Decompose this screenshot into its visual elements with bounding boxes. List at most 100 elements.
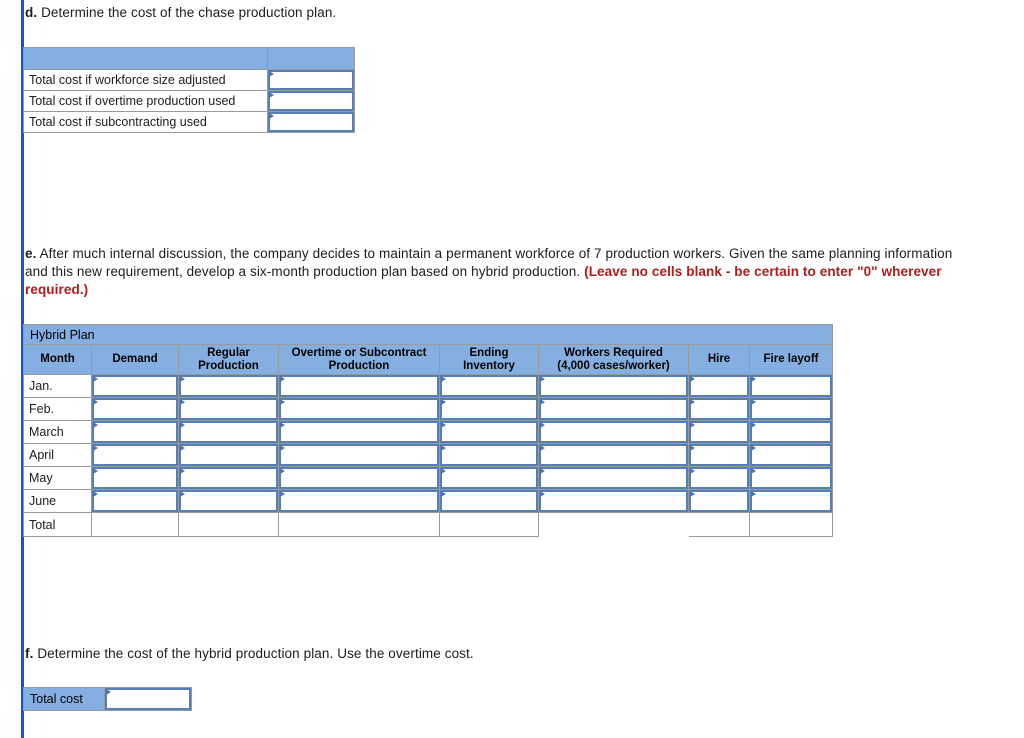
hybrid-input-overtime-0[interactable] — [279, 375, 439, 397]
hybrid-input-workers-4[interactable] — [539, 467, 688, 489]
hybrid-cell-fire-0[interactable] — [749, 374, 833, 398]
hybrid-cell-regular-5[interactable] — [178, 489, 279, 513]
hybrid-input-fire-1[interactable] — [750, 398, 832, 420]
hybrid-input-fire-0[interactable] — [750, 375, 832, 397]
hybrid-input-workers-5[interactable] — [539, 490, 688, 512]
hybrid-cell-regular-4[interactable] — [178, 466, 279, 490]
hybrid-input-hire-1[interactable] — [689, 398, 749, 420]
hybrid-cell-ending-4[interactable] — [439, 466, 539, 490]
column-header-demand: Demand — [91, 344, 179, 375]
total-cost-value[interactable] — [105, 688, 191, 710]
hybrid-cell-overtime-3[interactable] — [278, 443, 440, 467]
chase-input-cell-subcontracting[interactable] — [267, 111, 355, 133]
hybrid-cell-overtime-5[interactable] — [278, 489, 440, 513]
hybrid-input-ending-0[interactable] — [440, 375, 538, 397]
hybrid-input-demand-5[interactable] — [92, 490, 178, 512]
hybrid-input-ending-4[interactable] — [440, 467, 538, 489]
hybrid-cell-regular-3[interactable] — [178, 443, 279, 467]
hybrid-cell-ending-2[interactable] — [439, 420, 539, 444]
hybrid-input-hire-3[interactable] — [689, 444, 749, 466]
hybrid-input-overtime-4[interactable] — [279, 467, 439, 489]
hybrid-input-workers-0[interactable] — [539, 375, 688, 397]
hybrid-input-regular-4[interactable] — [179, 467, 278, 489]
hybrid-input-overtime-3[interactable] — [279, 444, 439, 466]
hybrid-cell-demand-3[interactable] — [91, 443, 179, 467]
hybrid-cell-demand-4[interactable] — [91, 466, 179, 490]
column-header-overtime-line1: Overtime or Subcontract — [291, 346, 427, 359]
hybrid-input-overtime-1[interactable] — [279, 398, 439, 420]
hybrid-input-fire-5[interactable] — [750, 490, 832, 512]
hybrid-input-workers-1[interactable] — [539, 398, 688, 420]
hybrid-cell-hire-4[interactable] — [688, 466, 750, 490]
hybrid-cell-regular-1[interactable] — [178, 397, 279, 421]
chase-input-cell-overtime[interactable] — [267, 90, 355, 112]
hybrid-cell-overtime-0[interactable] — [278, 374, 440, 398]
hybrid-row-month-4: May — [23, 466, 92, 490]
hybrid-input-ending-1[interactable] — [440, 398, 538, 420]
column-header-overtime-subcontract: Overtime or Subcontract Production — [278, 344, 440, 375]
hybrid-cell-fire-4[interactable] — [749, 466, 833, 490]
hybrid-cell-demand-1[interactable] — [91, 397, 179, 421]
hybrid-cell-workers-3[interactable] — [538, 443, 689, 467]
hybrid-cell-regular-0[interactable] — [178, 374, 279, 398]
hybrid-cell-workers-4[interactable] — [538, 466, 689, 490]
hybrid-cell-workers-0[interactable] — [538, 374, 689, 398]
hybrid-input-ending-3[interactable] — [440, 444, 538, 466]
hybrid-input-regular-3[interactable] — [179, 444, 278, 466]
hybrid-input-workers-2[interactable] — [539, 421, 688, 443]
hybrid-cell-overtime-4[interactable] — [278, 466, 440, 490]
hybrid-input-regular-0[interactable] — [179, 375, 278, 397]
hybrid-cell-overtime-2[interactable] — [278, 420, 440, 444]
hybrid-cell-regular-2[interactable] — [178, 420, 279, 444]
hybrid-input-demand-2[interactable] — [92, 421, 178, 443]
hybrid-cell-ending-5[interactable] — [439, 489, 539, 513]
hybrid-total-hire — [688, 512, 750, 537]
hybrid-input-demand-1[interactable] — [92, 398, 178, 420]
hybrid-cell-demand-0[interactable] — [91, 374, 179, 398]
hybrid-cell-demand-2[interactable] — [91, 420, 179, 444]
hybrid-input-ending-2[interactable] — [440, 421, 538, 443]
column-header-workers-required: Workers Required (4,000 cases/worker) — [538, 344, 689, 375]
hybrid-cell-ending-3[interactable] — [439, 443, 539, 467]
hybrid-cell-fire-3[interactable] — [749, 443, 833, 467]
hybrid-cell-workers-5[interactable] — [538, 489, 689, 513]
chase-value-workforce[interactable] — [268, 70, 354, 90]
hybrid-input-regular-5[interactable] — [179, 490, 278, 512]
hybrid-input-demand-0[interactable] — [92, 375, 178, 397]
column-header-hire-line1: Hire — [707, 353, 731, 365]
table-row: March — [23, 420, 833, 444]
hybrid-input-demand-4[interactable] — [92, 467, 178, 489]
hybrid-cell-fire-1[interactable] — [749, 397, 833, 421]
hybrid-cell-fire-2[interactable] — [749, 420, 833, 444]
hybrid-cell-hire-0[interactable] — [688, 374, 750, 398]
hybrid-cell-demand-5[interactable] — [91, 489, 179, 513]
hybrid-input-regular-2[interactable] — [179, 421, 278, 443]
hybrid-cell-ending-0[interactable] — [439, 374, 539, 398]
total-cost-input-cell[interactable] — [104, 687, 192, 711]
chase-value-subcontracting[interactable] — [268, 112, 354, 132]
chase-value-overtime[interactable] — [268, 91, 354, 111]
hybrid-cell-hire-3[interactable] — [688, 443, 750, 467]
hybrid-input-fire-3[interactable] — [750, 444, 832, 466]
hybrid-input-hire-2[interactable] — [689, 421, 749, 443]
hybrid-input-overtime-5[interactable] — [279, 490, 439, 512]
hybrid-cell-hire-1[interactable] — [688, 397, 750, 421]
hybrid-input-ending-5[interactable] — [440, 490, 538, 512]
hybrid-input-hire-5[interactable] — [689, 490, 749, 512]
hybrid-cell-hire-2[interactable] — [688, 420, 750, 444]
chase-input-cell-workforce[interactable] — [267, 69, 355, 91]
hybrid-input-workers-3[interactable] — [539, 444, 688, 466]
hybrid-cell-overtime-1[interactable] — [278, 397, 440, 421]
hybrid-input-demand-3[interactable] — [92, 444, 178, 466]
hybrid-cell-fire-5[interactable] — [749, 489, 833, 513]
hybrid-input-fire-4[interactable] — [750, 467, 832, 489]
hybrid-cell-hire-5[interactable] — [688, 489, 750, 513]
hybrid-cell-workers-1[interactable] — [538, 397, 689, 421]
hybrid-input-hire-4[interactable] — [689, 467, 749, 489]
hybrid-input-hire-0[interactable] — [689, 375, 749, 397]
hybrid-cell-workers-2[interactable] — [538, 420, 689, 444]
hybrid-input-fire-2[interactable] — [750, 421, 832, 443]
hybrid-input-regular-1[interactable] — [179, 398, 278, 420]
hybrid-cell-ending-1[interactable] — [439, 397, 539, 421]
hybrid-input-overtime-2[interactable] — [279, 421, 439, 443]
